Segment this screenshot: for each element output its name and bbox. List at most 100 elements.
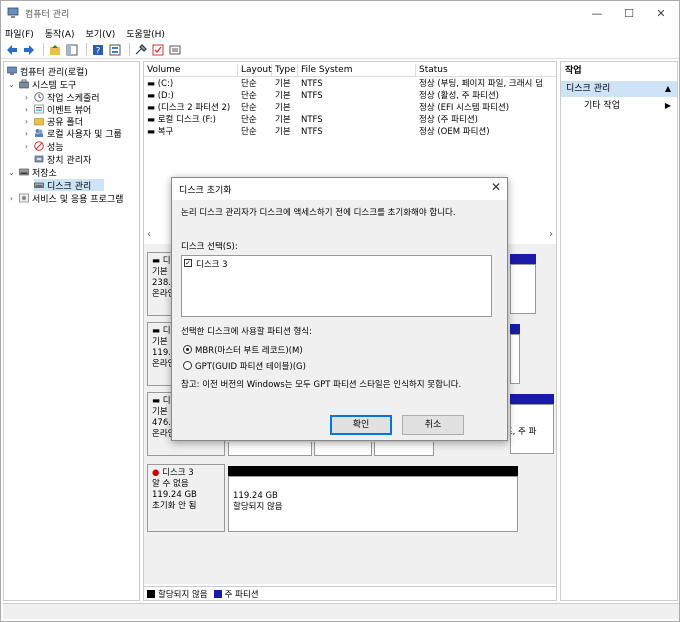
check-icon[interactable] [151, 43, 165, 57]
tree-label: 장치 관리자 [47, 155, 92, 166]
chevron-right-icon[interactable]: › [7, 194, 16, 203]
show-hide-tree-icon[interactable] [65, 43, 79, 57]
disk-select-label: 디스크 선택(S): [181, 242, 238, 252]
file-system-cell [298, 102, 416, 114]
primary-swatch [213, 589, 222, 598]
tree-item-root[interactable]: 컴퓨터 관리(로컬) [7, 65, 88, 78]
type-cell: 기본 [275, 115, 291, 125]
tree-item-disk-management[interactable]: 디스크 관리 [34, 179, 104, 192]
up-folder-icon[interactable] [48, 43, 62, 57]
tree-item-performance[interactable]: › 성능 [22, 140, 64, 153]
device-manager-icon [34, 155, 44, 163]
file-system-cell: NTFS [301, 127, 323, 137]
navigation-tree: 컴퓨터 관리(로컬) ⌄ 시스템 도구 › 작업 스케줄러 › 이벤트 뷰어 ›… [3, 61, 140, 601]
list-view-icon[interactable] [168, 43, 182, 57]
disk-3-unallocated-partition[interactable]: 119.24 GB 할당되지 않음 [228, 476, 518, 532]
column-header-volume[interactable]: Volume [144, 64, 238, 76]
disk-3-label[interactable]: ● 디스크 3 알 수 없음 119.24 GB 초기화 안 됨 [147, 464, 225, 532]
gpt-radio-label[interactable]: GPT(GUID 파티션 테이블)(G) [195, 360, 306, 372]
disk-offline-icon: ● [152, 468, 160, 478]
actions-more[interactable]: 기타 작업 ▶ [561, 99, 677, 113]
tree-item-task-scheduler[interactable]: › 작업 스케줄러 [22, 91, 100, 104]
properties-icon[interactable] [108, 43, 122, 57]
scroll-left-icon[interactable]: ‹ [147, 229, 151, 240]
chevron-right-icon[interactable]: › [22, 117, 31, 126]
mbr-radio-label[interactable]: MBR(마스터 부트 레코드)(M) [195, 344, 303, 356]
toolbar-separator [86, 43, 87, 56]
disk-select-list[interactable]: ✓ 디스크 3 [181, 255, 492, 317]
column-header-layout[interactable]: Layout [238, 64, 272, 76]
menu-file[interactable]: 파일(F) [5, 27, 34, 40]
actions-header: 작업 [565, 66, 582, 76]
tree-label: 성능 [47, 142, 64, 153]
ok-button[interactable]: 확인 [330, 415, 392, 435]
help-icon[interactable]: ? [91, 43, 105, 57]
connect-icon[interactable] [134, 43, 148, 57]
file-system-cell: NTFS [301, 79, 323, 89]
menu-help[interactable]: 도움말(H) [126, 27, 165, 40]
volume-icon: ▬ [147, 103, 158, 113]
tree-item-local-users[interactable]: › 로컬 사용자 및 그룹 [22, 127, 122, 140]
tree-label: 서비스 및 응용 프로그램 [32, 194, 124, 205]
close-button[interactable]: ✕ [645, 1, 677, 25]
table-row[interactable]: ▬ (디스크 2 파티션 2) 단순 기본 정상 (EFI 시스템 파티션) [144, 102, 556, 114]
volume-cell: ▬ 복구 [144, 126, 238, 138]
event-viewer-icon [34, 104, 44, 114]
tree-item-shared-folders[interactable]: › 공유 폴더 [22, 115, 83, 128]
minimize-button[interactable]: — [581, 1, 613, 25]
collapse-icon[interactable]: ▲ [665, 81, 671, 97]
table-row[interactable]: ▬ 복구 단순 기본 NTFS 정상 (OEM 파티션) [144, 126, 556, 138]
chevron-down-icon[interactable]: ⌄ [7, 80, 16, 89]
gpt-radio[interactable] [183, 361, 192, 370]
disk-icon: ▬ [152, 326, 163, 336]
volume-list-header: Volume Layout Type File System Status [144, 64, 556, 77]
cancel-button[interactable]: 취소 [402, 415, 464, 435]
maximize-button[interactable]: ☐ [613, 1, 645, 25]
svg-text:?: ? [96, 46, 101, 56]
initialize-disk-dialog: 디스크 초기화 ✕ 논리 디스크 관리자가 디스크에 액세스하기 전에 디스크를… [171, 177, 508, 441]
disk-0-partition[interactable] [510, 264, 536, 314]
disk-2-partition-left[interactable] [228, 442, 312, 456]
table-row[interactable]: ▬ 로컬 디스크 (F:) 단순 기본 NTFS 정상 (주 파티션) [144, 114, 556, 126]
chevron-right-icon[interactable]: › [22, 93, 31, 102]
chevron-right-icon[interactable]: › [22, 129, 31, 138]
chevron-right-icon[interactable]: › [22, 105, 31, 114]
layout-cell: 단순 [241, 115, 257, 125]
disk-2-partition-right[interactable] [374, 442, 434, 456]
disk-1-partition[interactable] [510, 334, 520, 384]
tree-item-services[interactable]: › 서비스 및 응용 프로그램 [7, 192, 124, 205]
disk-3-checkbox[interactable]: ✓ [184, 259, 192, 267]
tree-item-system-tools[interactable]: ⌄ 시스템 도구 [7, 78, 76, 91]
scroll-right-icon[interactable]: › [549, 229, 553, 240]
tree-item-event-viewer[interactable]: › 이벤트 뷰어 [22, 103, 91, 116]
column-header-file-system[interactable]: File System [298, 64, 416, 76]
dialog-close-button[interactable]: ✕ [491, 180, 501, 194]
back-icon[interactable] [5, 43, 19, 57]
dialog-title: 디스크 초기화 [179, 186, 232, 196]
disk-2-partition-mid[interactable] [314, 442, 372, 456]
file-system-cell: NTFS [301, 91, 323, 101]
tree-item-device-manager[interactable]: 장치 관리자 [34, 153, 92, 166]
column-header-status[interactable]: Status [416, 64, 556, 76]
table-row[interactable]: ▬ (D:) 단순 기본 NTFS 정상 (활성, 주 파티션) [144, 90, 556, 102]
status-cell: 정상 (EFI 시스템 파티션) [419, 103, 510, 113]
disk-type: 알 수 없음 [152, 479, 189, 489]
tree-item-storage[interactable]: ⌄ 저장소 [7, 166, 57, 179]
forward-icon[interactable] [22, 43, 36, 57]
chevron-right-icon[interactable]: › [22, 142, 31, 151]
mbr-radio[interactable] [183, 345, 192, 354]
volume-cell: ▬ (D:) [144, 90, 238, 102]
actions-section-disk-management[interactable]: 디스크 관리 ▲ [561, 81, 677, 97]
toolbar: ? [1, 41, 679, 59]
actions-pane: 작업 디스크 관리 ▲ 기타 작업 ▶ [560, 61, 678, 601]
compatibility-note: 참고: 이전 버전의 Windows는 모두 GPT 파티션 스타일은 인식하지… [181, 380, 462, 390]
disk-2-partition[interactable]: 덤프, 주 파 [510, 404, 554, 454]
table-row[interactable]: ▬ (C:) 단순 기본 NTFS 정상 (부팅, 페이지 파일, 크래시 덤 [144, 78, 556, 90]
disk-3-item-label[interactable]: 디스크 3 [196, 258, 228, 270]
menu-action[interactable]: 동작(A) [45, 27, 75, 40]
disk-name: 디 [162, 396, 171, 406]
chevron-down-icon[interactable]: ⌄ [7, 168, 16, 177]
column-header-type[interactable]: Type [272, 64, 298, 76]
menu-view[interactable]: 보기(V) [86, 27, 116, 40]
primary-partition-bar [510, 324, 520, 334]
